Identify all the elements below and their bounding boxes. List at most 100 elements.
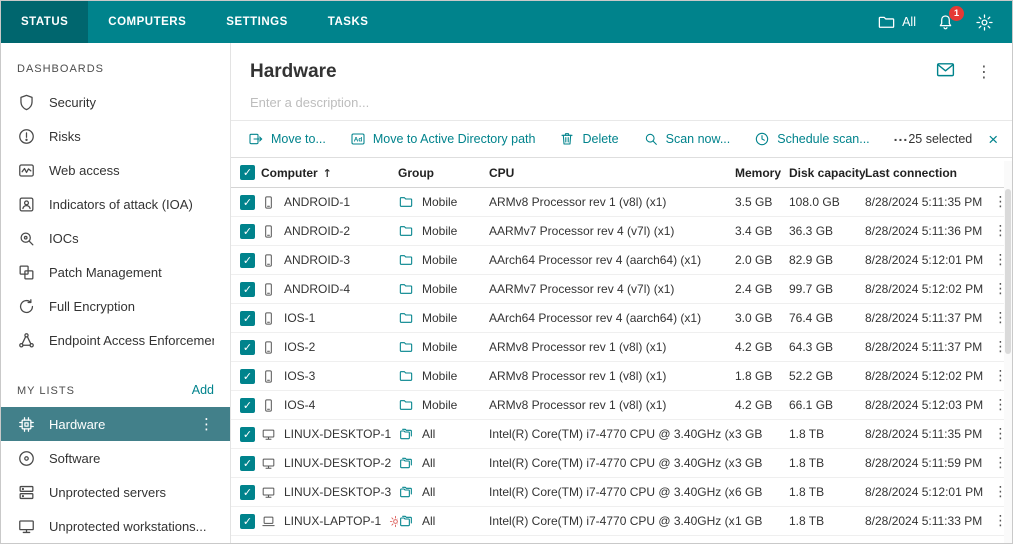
sidebar-item-label: Hardware <box>49 417 105 432</box>
row-checkbox[interactable] <box>240 456 255 471</box>
ioa-icon <box>17 195 36 214</box>
schedule-scan-button[interactable]: Schedule scan... <box>754 131 869 147</box>
move-to-active-directory-path-button[interactable]: AdMove to Active Directory path <box>350 131 536 147</box>
disk-capacity-value: 52.2 GB <box>789 362 865 391</box>
memory-value: 1 GB <box>735 507 789 536</box>
warning-icon <box>389 515 398 528</box>
computer-name[interactable]: LINUX-DESKTOP-1 <box>284 427 391 441</box>
move-to-button[interactable]: Move to... <box>248 131 326 147</box>
folder-icon <box>398 310 414 326</box>
sidebar-item-label: Patch Management <box>49 265 162 280</box>
column-header-memory[interactable]: Memory <box>735 158 789 188</box>
send-report-button[interactable] <box>935 59 956 85</box>
last-connection-value: 8/28/2024 5:12:03 PM <box>865 391 993 420</box>
sidebar-item-label: Web access <box>49 163 120 178</box>
computer-name[interactable]: IOS-1 <box>284 311 315 325</box>
group-name: Mobile <box>422 224 457 238</box>
sidebar-item-software[interactable]: Software <box>1 441 230 475</box>
tab-computers[interactable]: COMPUTERS <box>88 1 206 43</box>
more-actions-button[interactable]: ... <box>894 129 909 149</box>
table-row: ANDROID-1MobileARMv8 Processor rev 1 (v8… <box>231 188 1012 217</box>
group-filter-button[interactable]: All <box>877 13 916 32</box>
sidebar-item-security[interactable]: Security <box>1 85 230 119</box>
row-checkbox[interactable] <box>240 369 255 384</box>
computer-name[interactable]: ANDROID-2 <box>284 224 350 238</box>
column-header-disk-capacity[interactable]: Disk capacity <box>789 158 865 188</box>
description-input[interactable] <box>250 89 993 120</box>
computer-name[interactable]: IOS-3 <box>284 369 315 383</box>
main-header: Hardware ⋮ <box>231 43 1012 89</box>
row-checkbox[interactable] <box>240 514 255 529</box>
computer-name[interactable]: IOS-2 <box>284 340 315 354</box>
column-header-last-connection[interactable]: Last connection <box>865 158 993 188</box>
smartphone-icon <box>261 369 276 384</box>
scrollbar-thumb[interactable] <box>1005 189 1011 354</box>
group-filter-label: All <box>902 15 916 29</box>
notifications-button[interactable]: 1 <box>936 13 955 32</box>
row-checkbox[interactable] <box>240 195 255 210</box>
clear-selection-button[interactable]: × <box>988 131 998 148</box>
table-scrollbar[interactable] <box>1004 161 1012 543</box>
sidebar-item-label: Endpoint Access Enforcement <box>49 333 214 348</box>
computer-name[interactable]: IOS-4 <box>284 398 315 412</box>
row-checkbox[interactable] <box>240 224 255 239</box>
disk-capacity-value: 108.0 GB <box>789 188 865 217</box>
add-list-link[interactable]: Add <box>192 383 214 397</box>
move-to-icon <box>248 131 264 147</box>
column-header-cpu[interactable]: CPU <box>489 158 735 188</box>
gear-icon <box>975 13 994 32</box>
column-header-group[interactable]: Group <box>398 158 489 188</box>
computer-name[interactable]: LINUX-LAPTOP-1 <box>284 514 381 528</box>
desktop-icon <box>261 543 276 544</box>
computer-name[interactable]: LINUX-DESKTOP-2 <box>284 456 391 470</box>
row-checkbox[interactable] <box>240 253 255 268</box>
computer-name[interactable]: ANDROID-1 <box>284 195 350 209</box>
sidebar-item-risks[interactable]: Risks <box>1 119 230 153</box>
table-row: IOS-1MobileAArch64 Processor rev 4 (aarc… <box>231 304 1012 333</box>
page-title: Hardware <box>250 61 337 83</box>
row-checkbox[interactable] <box>240 282 255 297</box>
computer-name[interactable]: LINUX-DESKTOP-3 <box>284 485 391 499</box>
row-checkbox[interactable] <box>240 485 255 500</box>
sidebar-item-indicators-of-attack-ioa[interactable]: Indicators of attack (IOA) <box>1 187 230 221</box>
row-checkbox[interactable] <box>240 398 255 413</box>
folder-icon <box>398 281 414 297</box>
disk-capacity-value: 64.3 GB <box>789 333 865 362</box>
sidebar-item-full-encryption[interactable]: Full Encryption <box>1 289 230 323</box>
last-connection-value: 8/28/2024 5:11:36 PM <box>865 217 993 246</box>
sidebar-item-endpoint-access-enforcement[interactable]: Endpoint Access Enforcement <box>1 323 230 357</box>
software-disc-icon <box>17 449 36 468</box>
page-options-menu-button[interactable]: ⋮ <box>976 64 992 80</box>
actions-toolbar: Move to... AdMove to Active Directory pat… <box>231 120 1012 158</box>
row-checkbox[interactable] <box>240 311 255 326</box>
sidebar-item-web-access[interactable]: Web access <box>1 153 230 187</box>
tab-settings[interactable]: SETTINGS <box>206 1 308 43</box>
smartphone-icon <box>261 253 276 268</box>
folders-icon <box>398 513 414 529</box>
select-all-checkbox[interactable] <box>240 165 255 180</box>
group-name: Mobile <box>422 282 457 296</box>
group-name: Mobile <box>422 311 457 325</box>
row-checkbox[interactable] <box>240 543 255 544</box>
computer-name[interactable]: ANDROID-4 <box>284 282 350 296</box>
sidebar-item-unprotected-servers[interactable]: Unprotected servers <box>1 475 230 509</box>
folder-icon <box>398 339 414 355</box>
delete-button[interactable]: Delete <box>559 131 618 147</box>
my-lists-section-header: MY LISTS Add <box>1 357 230 407</box>
sidebar-item-iocs[interactable]: IOCs <box>1 221 230 255</box>
list-item-menu-button[interactable]: ⋮ <box>199 415 214 433</box>
scan-now-button[interactable]: Scan now... <box>643 131 731 147</box>
cpu-value: Intel(R) Core(TM) i7-4770 CPU @ 3.40GHz … <box>489 536 735 544</box>
tab-tasks[interactable]: TASKS <box>308 1 389 43</box>
row-checkbox[interactable] <box>240 340 255 355</box>
row-checkbox[interactable] <box>240 427 255 442</box>
settings-gear-button[interactable] <box>975 13 994 32</box>
tab-status[interactable]: STATUS <box>1 1 88 43</box>
sidebar-item-hardware[interactable]: Hardware ⋮ <box>1 407 230 441</box>
sidebar-item-unprotected-workstations[interactable]: Unprotected workstations... <box>1 509 230 543</box>
computer-name[interactable]: ANDROID-3 <box>284 253 350 267</box>
sidebar-item-patch-management[interactable]: Patch Management <box>1 255 230 289</box>
last-connection-value: 8/28/2024 5:12:02 PM <box>865 362 993 391</box>
column-header-computer[interactable]: Computer↑ <box>261 158 398 188</box>
sidebar: DASHBOARDS SecurityRisksWeb accessIndica… <box>1 43 231 543</box>
